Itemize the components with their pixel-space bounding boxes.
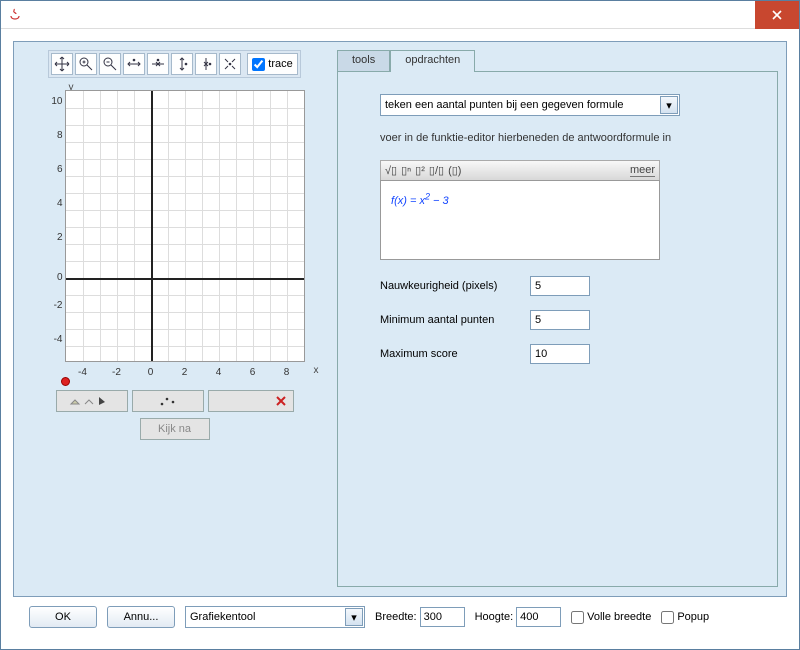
bottom-bar: OK Annu... ▾ Breedte: Hoogte: Volle bree… bbox=[13, 597, 787, 637]
y-tick: 10 bbox=[45, 96, 63, 107]
x-tick: -4 bbox=[76, 367, 90, 378]
y-tick: -4 bbox=[45, 334, 63, 345]
eraser-tool-group[interactable] bbox=[56, 390, 128, 412]
min-points-label: Minimum aantal punten bbox=[380, 314, 530, 326]
tab-opdrachten[interactable]: opdrachten bbox=[390, 50, 475, 72]
y-tick: 4 bbox=[45, 198, 63, 209]
close-button[interactable] bbox=[755, 1, 799, 29]
ok-button[interactable]: OK bbox=[29, 606, 97, 628]
height-input[interactable] bbox=[516, 607, 561, 627]
trace-checkbox[interactable]: trace bbox=[247, 53, 297, 75]
full-width-checkbox[interactable]: Volle breedte bbox=[571, 611, 651, 624]
x-axis-label: x bbox=[314, 365, 319, 376]
java-icon bbox=[7, 7, 23, 23]
tool-select-value[interactable] bbox=[185, 606, 365, 628]
zoom-x-out-icon[interactable] bbox=[147, 53, 169, 75]
accuracy-input[interactable] bbox=[530, 276, 590, 296]
y-tick: 0 bbox=[45, 272, 63, 283]
window-body: trace y bbox=[1, 29, 799, 649]
delete-button[interactable] bbox=[208, 390, 294, 412]
width-field: Breedte: bbox=[375, 607, 465, 627]
full-width-label: Volle breedte bbox=[587, 611, 651, 623]
graph-canvas[interactable] bbox=[65, 90, 305, 362]
full-width-checkbox-input[interactable] bbox=[571, 611, 584, 624]
y-tick: 6 bbox=[45, 164, 63, 175]
max-score-input[interactable] bbox=[530, 344, 590, 364]
min-points-input[interactable] bbox=[530, 310, 590, 330]
x-tick: 4 bbox=[212, 367, 226, 378]
graph-toolbar: trace bbox=[48, 50, 300, 78]
app-window: trace y bbox=[0, 0, 800, 650]
tab-tools[interactable]: tools bbox=[337, 50, 390, 72]
x-tick: 6 bbox=[246, 367, 260, 378]
tab-bar: tools opdrachten bbox=[337, 50, 778, 72]
y-tick: 2 bbox=[45, 232, 63, 243]
power-2-icon[interactable]: ▯² bbox=[415, 164, 425, 177]
instruction-text: voer in de funktie-editor hierbeneden de… bbox=[380, 132, 755, 144]
tool-select[interactable]: ▾ bbox=[185, 606, 365, 628]
zoom-y-out-icon[interactable] bbox=[195, 53, 217, 75]
popup-checkbox-input[interactable] bbox=[661, 611, 674, 624]
height-label: Hoogte: bbox=[475, 611, 514, 623]
zoom-y-in-icon[interactable] bbox=[171, 53, 193, 75]
graph-area[interactable]: y bbox=[35, 84, 315, 384]
accuracy-label: Nauwkeurigheid (pixels) bbox=[380, 280, 530, 292]
zoom-in-icon[interactable] bbox=[75, 53, 97, 75]
graph-action-row bbox=[56, 390, 294, 412]
max-score-label: Maximum score bbox=[380, 348, 530, 360]
zoom-x-in-icon[interactable] bbox=[123, 53, 145, 75]
formula-toolbar[interactable]: √▯ ▯ⁿ ▯² ▯/▯ (▯) meer bbox=[380, 160, 660, 180]
zoom-fit-icon[interactable] bbox=[219, 53, 241, 75]
trace-point[interactable] bbox=[61, 377, 70, 386]
fraction-icon[interactable]: ▯/▯ bbox=[429, 164, 444, 177]
width-label: Breedte: bbox=[375, 611, 417, 623]
formula-input[interactable]: f(x) = x2 − 3 bbox=[380, 180, 660, 260]
points-tool-button[interactable] bbox=[132, 390, 204, 412]
y-tick: 8 bbox=[45, 130, 63, 141]
right-panel: tools opdrachten ▾ voer in de funktie-ed… bbox=[337, 50, 778, 588]
height-field: Hoogte: bbox=[475, 607, 562, 627]
x-tick: -2 bbox=[110, 367, 124, 378]
power-n-icon[interactable]: ▯ⁿ bbox=[401, 164, 411, 177]
move-icon[interactable] bbox=[51, 53, 73, 75]
paren-icon[interactable]: (▯) bbox=[448, 164, 461, 177]
popup-checkbox[interactable]: Popup bbox=[661, 611, 709, 624]
popup-label: Popup bbox=[677, 611, 709, 623]
trace-label: trace bbox=[268, 58, 292, 70]
main-panel: trace y bbox=[13, 41, 787, 597]
x-tick: 8 bbox=[280, 367, 294, 378]
titlebar bbox=[1, 1, 799, 29]
task-type-value[interactable] bbox=[380, 94, 680, 116]
formula-editor: √▯ ▯ⁿ ▯² ▯/▯ (▯) meer f(x) = x2 − 3 bbox=[380, 160, 660, 260]
width-input[interactable] bbox=[420, 607, 465, 627]
zoom-out-icon[interactable] bbox=[99, 53, 121, 75]
parameter-grid: Nauwkeurigheid (pixels) Minimum aantal p… bbox=[380, 276, 755, 364]
graph-panel: trace y bbox=[22, 50, 327, 588]
x-tick: 2 bbox=[178, 367, 192, 378]
more-button[interactable]: meer bbox=[630, 164, 655, 177]
x-tick: 0 bbox=[144, 367, 158, 378]
y-tick: -2 bbox=[45, 300, 63, 311]
sqrt-icon[interactable]: √▯ bbox=[385, 164, 397, 177]
check-button[interactable]: Kijk na bbox=[140, 418, 210, 440]
cancel-button[interactable]: Annu... bbox=[107, 606, 175, 628]
formula-text: f(x) = x2 − 3 bbox=[391, 195, 449, 207]
task-type-dropdown[interactable]: ▾ bbox=[380, 94, 755, 116]
tab-content: ▾ voer in de funktie-editor hierbeneden … bbox=[337, 71, 778, 587]
trace-checkbox-input[interactable] bbox=[252, 58, 265, 71]
